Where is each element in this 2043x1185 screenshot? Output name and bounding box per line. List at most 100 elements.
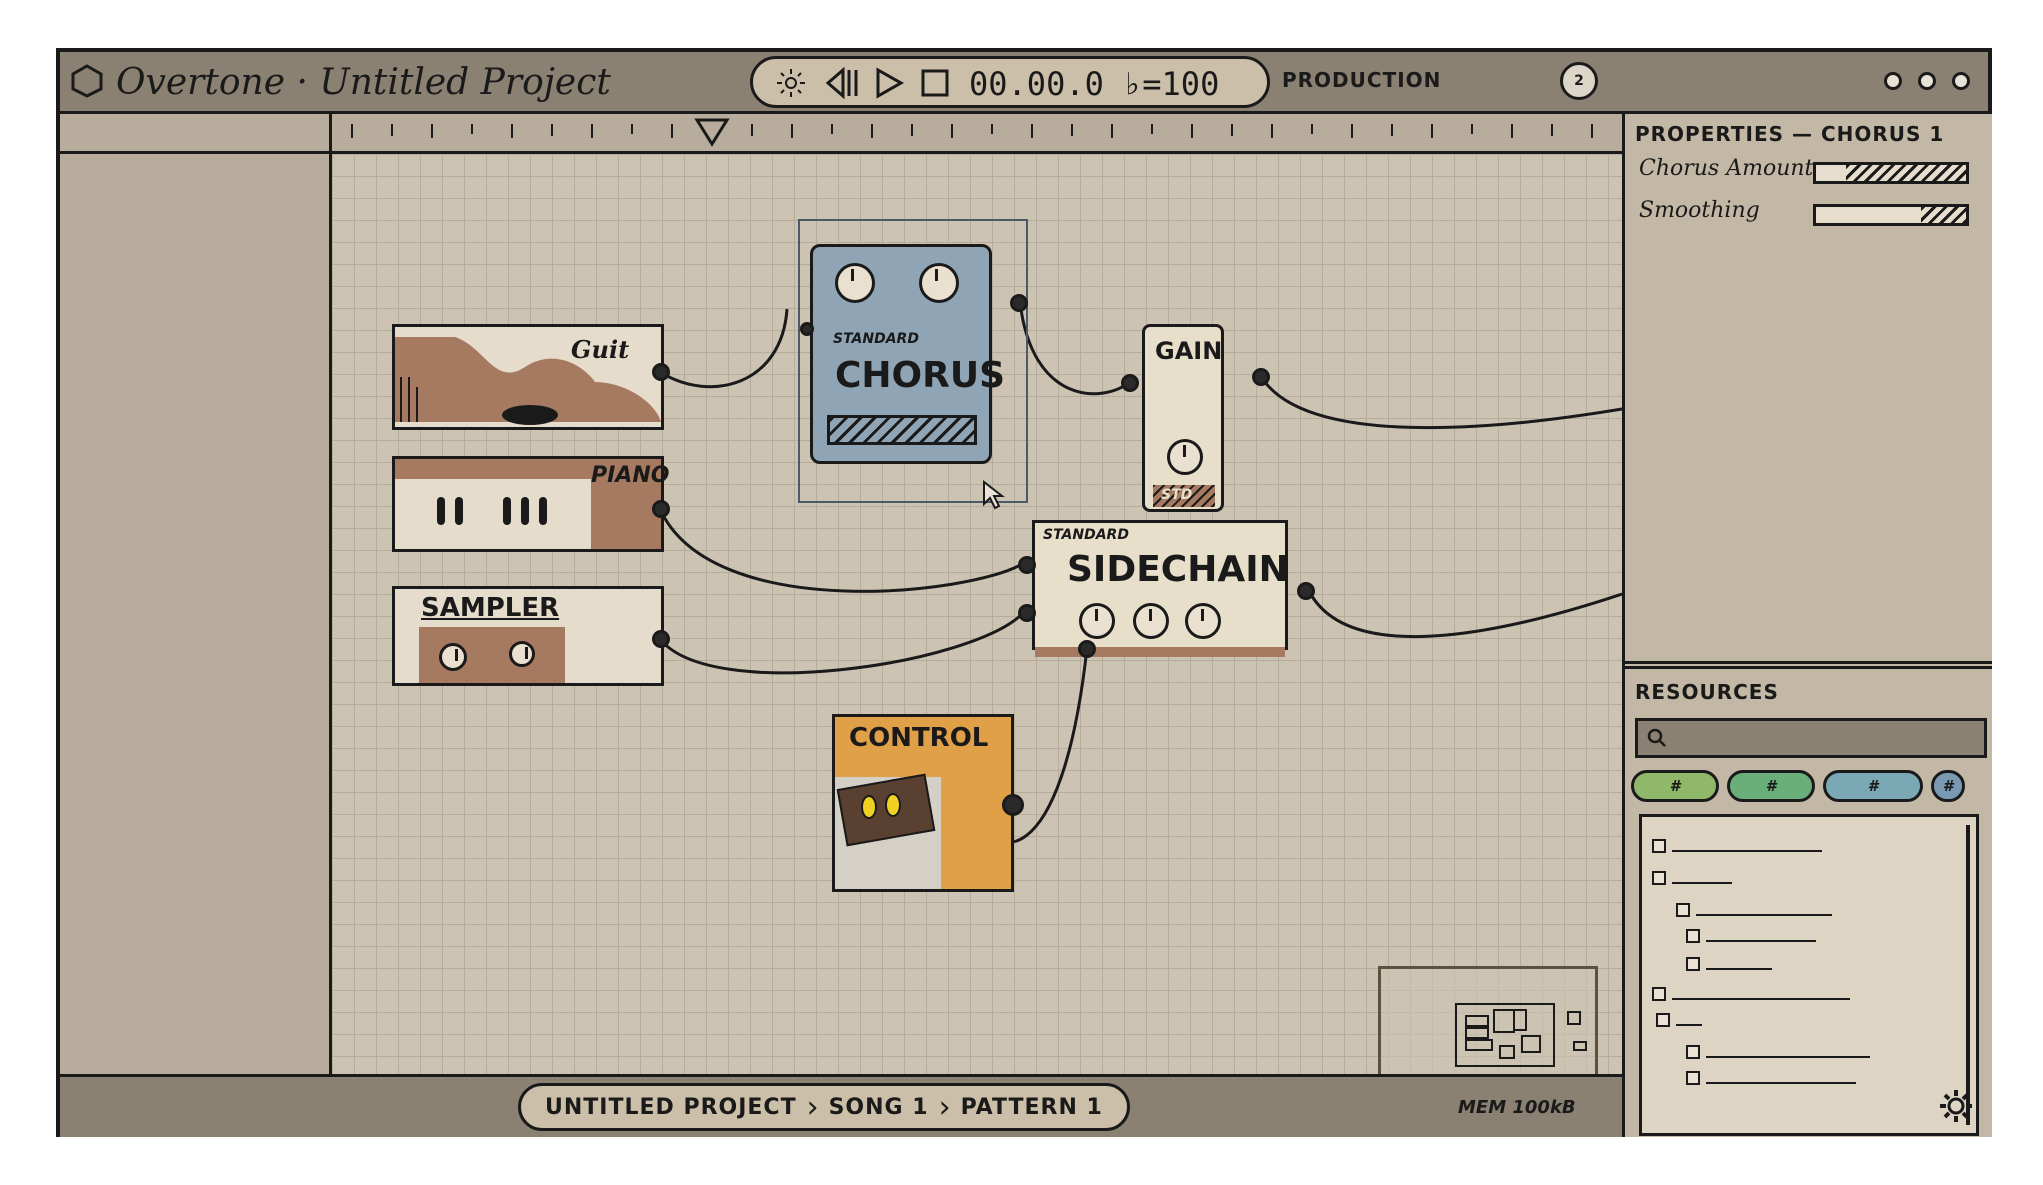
sidechain-base: [1035, 647, 1285, 657]
tree-item[interactable]: item: [1652, 985, 1850, 1003]
sampler-knob-1[interactable]: [439, 643, 467, 671]
chorus-footswitch[interactable]: [827, 415, 977, 445]
resources-search-input[interactable]: [1635, 718, 1987, 758]
properties-title: PROPERTIES — CHORUS 1: [1635, 122, 1945, 146]
app-name: Overtone: [116, 62, 285, 103]
cable-sampler-sidechain: [658, 612, 1024, 675]
tag-chip-4[interactable]: #: [1931, 770, 1965, 802]
tree-item[interactable]: item: [1686, 1043, 1870, 1061]
cable-chorus-gain: [1018, 301, 1131, 396]
port-sidechain-in-1[interactable]: [1018, 556, 1036, 574]
mouse-cursor-icon: [983, 480, 1005, 510]
port-sampler-out[interactable]: [652, 630, 670, 648]
node-sidechain[interactable]: STANDARD SIDECHAIN: [1032, 520, 1289, 657]
breadcrumb-project[interactable]: UNTITLED PROJECT: [535, 1095, 807, 1120]
tag-chip-1[interactable]: #: [1631, 770, 1719, 802]
status-bar: UNTITLED PROJECT › SONG 1 › PATTERN 1 ME…: [60, 1074, 1622, 1137]
chorus-knob-2[interactable]: [919, 263, 959, 303]
chorus-knob-1[interactable]: [835, 263, 875, 303]
port-chorus-out[interactable]: [1010, 294, 1028, 312]
transport-bar: 00.00.0 ♭=100: [750, 56, 1270, 108]
node-sampler-label: SAMPLER: [421, 593, 560, 623]
tree-item[interactable]: item: [1656, 1011, 1702, 1029]
node-chorus-label: CHORUS: [835, 355, 1006, 396]
stop-icon: [921, 69, 949, 97]
title-separator: ·: [296, 62, 308, 103]
control-led-1: [861, 795, 877, 819]
sidechain-knob-3[interactable]: [1185, 603, 1221, 639]
timecode-display[interactable]: 00.00.0: [969, 65, 1104, 103]
breadcrumb-chevron-icon: ›: [806, 1089, 819, 1125]
close-button[interactable]: [1952, 72, 1970, 90]
node-sampler[interactable]: SAMPLER: [392, 586, 664, 686]
chorus-amount-slider[interactable]: [1813, 162, 1969, 184]
smoothing-slider[interactable]: [1813, 204, 1969, 226]
node-piano[interactable]: PIANO: [392, 456, 669, 552]
ruler-ticks: [351, 118, 1593, 147]
tree-item[interactable]: item: [1676, 901, 1832, 919]
stop-button[interactable]: [917, 67, 953, 99]
breadcrumb-song[interactable]: SONG 1: [819, 1095, 939, 1120]
gain-knob[interactable]: [1167, 439, 1203, 475]
piano-keys: [437, 497, 547, 525]
port-gain-in[interactable]: [1121, 374, 1139, 392]
settings-gear-icon[interactable]: [1936, 1086, 1976, 1126]
play-button[interactable]: [871, 67, 907, 99]
cable-piano-sidechain: [658, 508, 1023, 593]
tag-chip-3[interactable]: #: [1823, 770, 1923, 802]
title-bar: Overtone · Untitled Project 00.00.0 ♭=10…: [60, 52, 1988, 114]
port-piano-out[interactable]: [652, 500, 670, 518]
tempo-display[interactable]: ♭=100: [1123, 65, 1219, 103]
tree-item[interactable]: item: [1686, 1069, 1856, 1087]
cable-sidechain-out: [1307, 590, 1622, 639]
node-control-label: CONTROL: [849, 723, 989, 753]
play-icon: [876, 67, 905, 99]
maximize-button[interactable]: [1918, 72, 1936, 90]
node-graph-canvas[interactable]: Guit PIANO SAMPLER STANDARD CHORUS GAIN …: [332, 154, 1622, 1074]
tree-item[interactable]: item: [1652, 837, 1822, 855]
tree-item[interactable]: item: [1686, 927, 1816, 945]
left-sidebar: [60, 114, 332, 1074]
cable-guitar-chorus: [659, 308, 789, 389]
tree-scrollbar[interactable]: [1966, 825, 1970, 1125]
node-chorus[interactable]: STANDARD CHORUS: [810, 244, 1005, 464]
port-sidechain-key[interactable]: [1078, 640, 1096, 658]
mode-selector[interactable]: PRODUCTION: [1282, 68, 1441, 92]
node-guitar[interactable]: Guit: [392, 324, 664, 430]
minimap[interactable]: [1378, 966, 1598, 1074]
sampler-knob-2[interactable]: [509, 641, 535, 667]
port-control-out[interactable]: [1002, 794, 1024, 816]
resources-tree[interactable]: item item item item item item item item …: [1639, 814, 1979, 1136]
tree-item[interactable]: item: [1686, 955, 1772, 973]
port-chorus-in[interactable]: [800, 322, 814, 336]
tag-chip-2[interactable]: #: [1727, 770, 1815, 802]
node-chorus-sub: STANDARD: [833, 331, 919, 347]
port-sidechain-out[interactable]: [1297, 582, 1315, 600]
cable-gain-out: [1260, 377, 1622, 430]
sidechain-knob-1[interactable]: [1079, 603, 1115, 639]
playhead-marker[interactable]: [694, 118, 730, 147]
chorus-amount-fill: [1846, 165, 1966, 181]
metronome-icon: [777, 69, 805, 97]
metronome-button[interactable]: [771, 67, 811, 99]
node-gain[interactable]: GAIN STD: [1142, 324, 1224, 512]
hexagon-logo-icon: [71, 64, 103, 98]
node-sidechain-label: SIDECHAIN: [1067, 549, 1289, 590]
window-title: Overtone · Untitled Project: [116, 62, 611, 103]
minimize-button[interactable]: [1884, 72, 1902, 90]
right-sidebar: PROPERTIES — CHORUS 1 Chorus Amount Smoo…: [1622, 114, 1992, 1137]
node-guitar-label: Guit: [571, 335, 630, 364]
app-window: Overtone · Untitled Project 00.00.0 ♭=10…: [56, 48, 1992, 1137]
sidechain-knob-2[interactable]: [1133, 603, 1169, 639]
memory-usage: MEM 100kB: [1458, 1097, 1576, 1118]
left-sidebar-header: [60, 114, 329, 154]
timeline-ruler[interactable]: [332, 114, 1622, 154]
port-guitar-out[interactable]: [652, 363, 670, 381]
port-gain-out[interactable]: [1252, 368, 1270, 386]
breadcrumb-pattern[interactable]: PATTERN 1: [951, 1095, 1113, 1120]
node-control[interactable]: CONTROL: [832, 714, 1014, 892]
tree-item[interactable]: item: [1652, 869, 1732, 887]
rewind-button[interactable]: [825, 67, 865, 99]
port-sidechain-in-2[interactable]: [1018, 604, 1036, 622]
user-avatar-button[interactable]: 2: [1560, 62, 1598, 100]
